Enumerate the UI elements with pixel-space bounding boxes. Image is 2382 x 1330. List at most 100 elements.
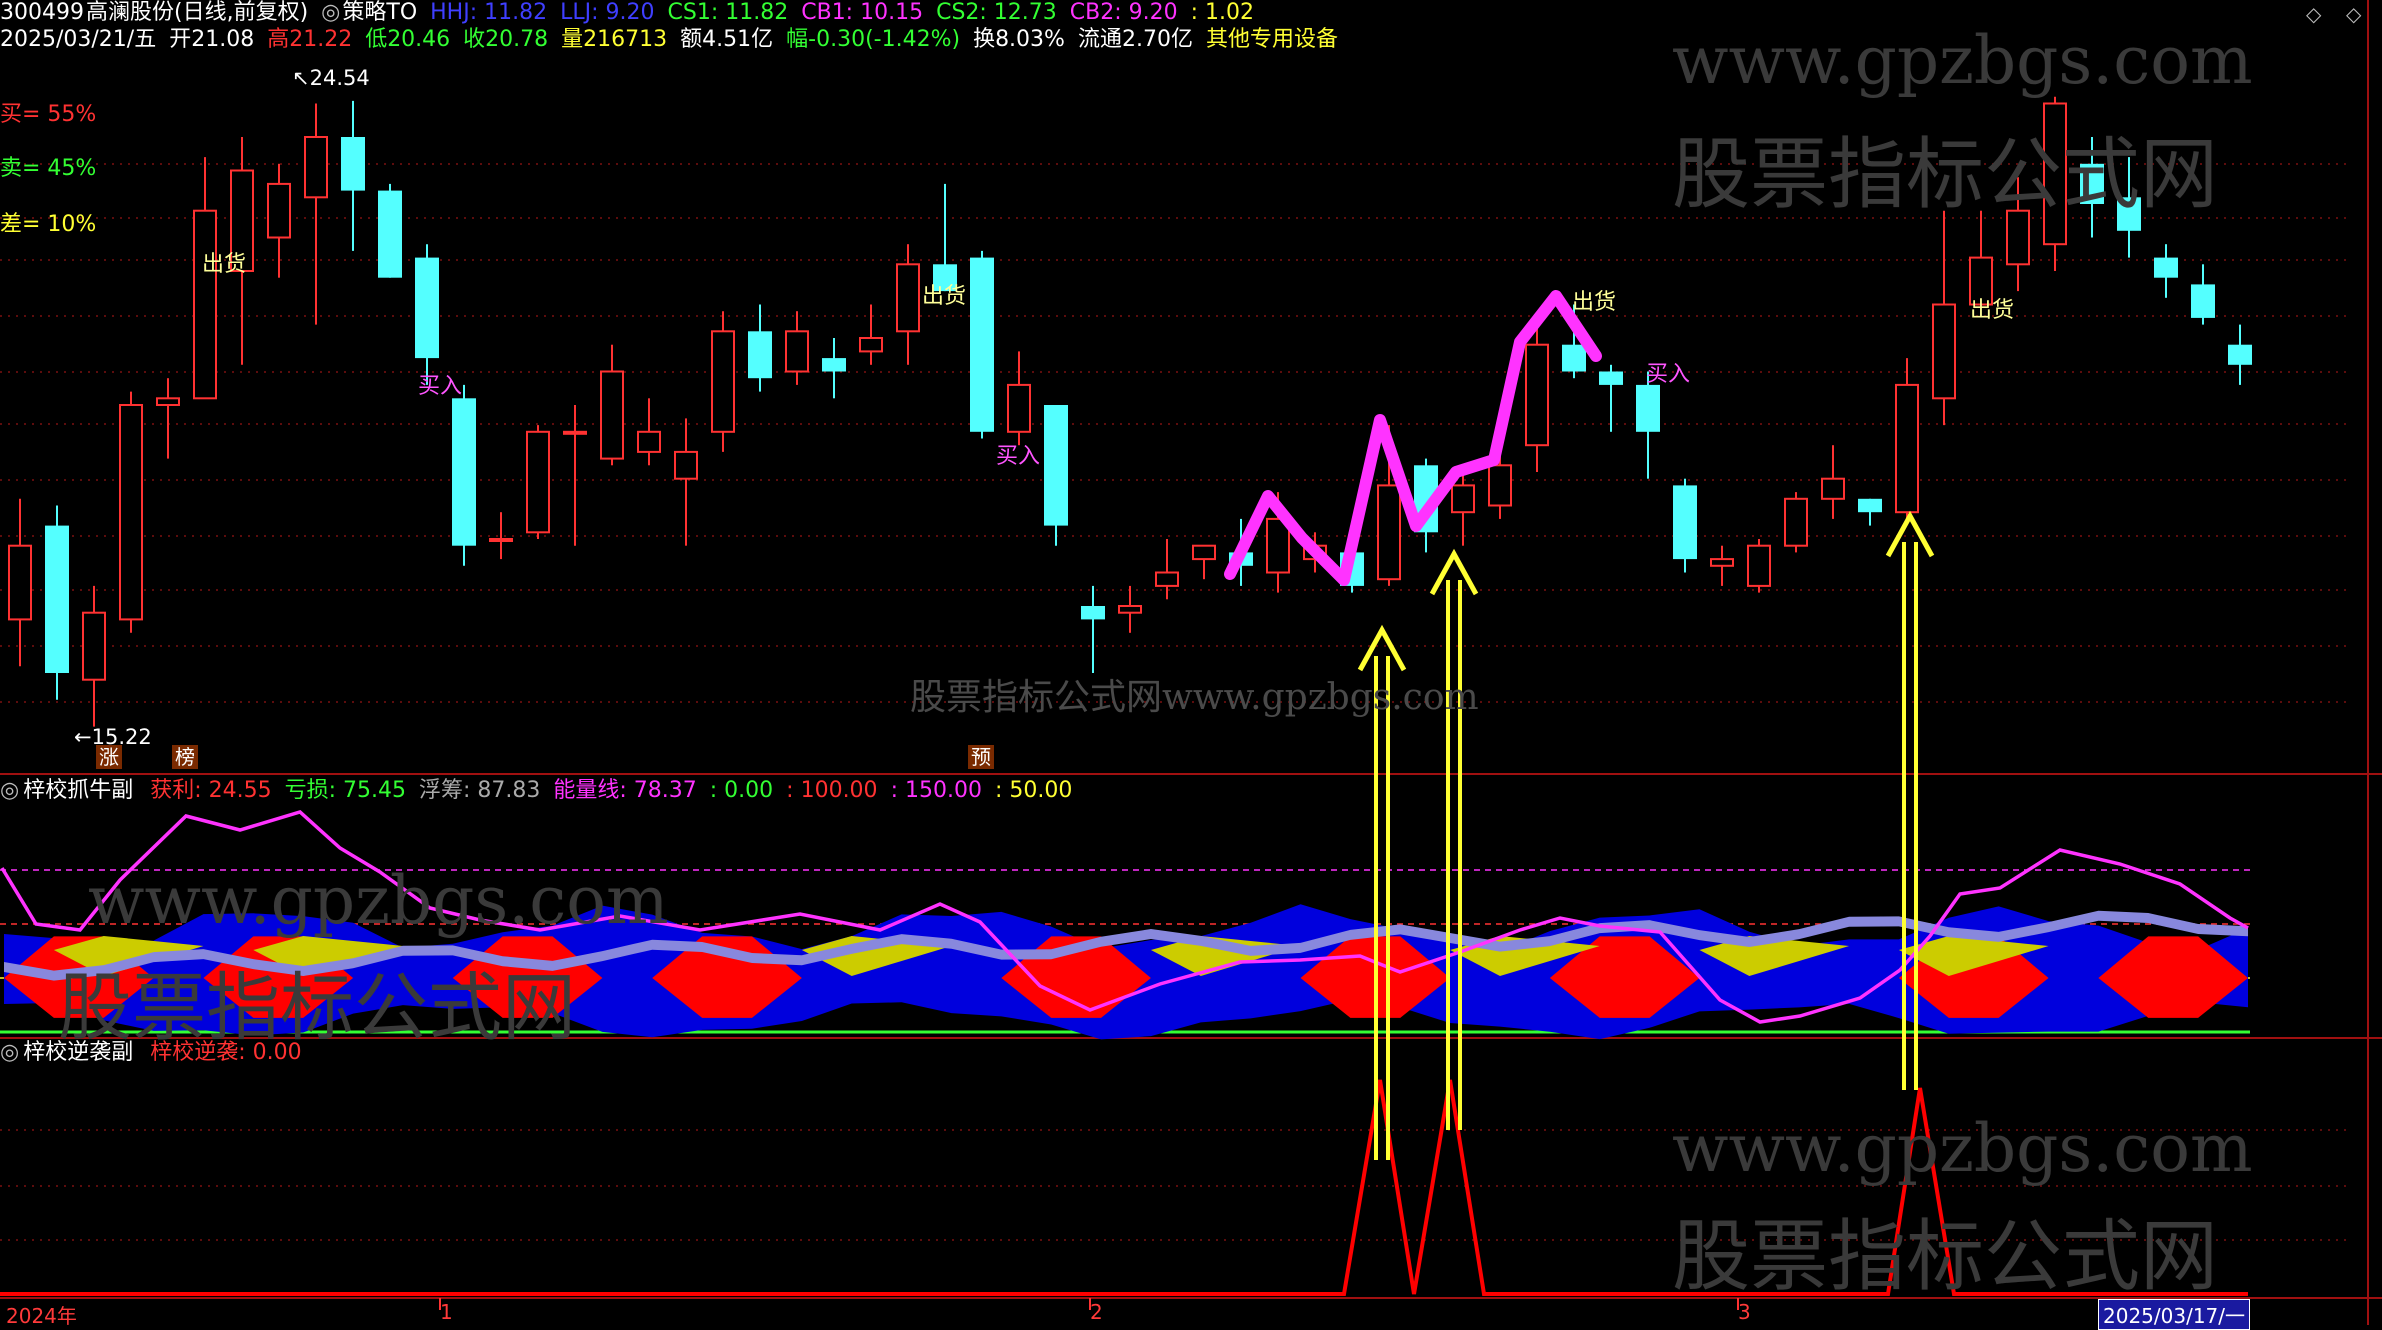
bar-sector[interactable]: 其他专用设备 — [1206, 27, 1338, 52]
watermark-mid: 股票指标公式网www.gpzbgs.com — [910, 677, 1479, 718]
candle-body — [1192, 544, 1216, 561]
arrow-head — [1429, 548, 1479, 596]
watermark-url-top: www.gpzbgs.com — [1672, 22, 2253, 99]
sell-signal-label: 出货 — [1970, 298, 2015, 323]
candle-body — [1932, 303, 1956, 400]
candle — [1895, 358, 1919, 519]
ratio-value: : 1.02 — [1190, 0, 1255, 25]
candle — [1081, 585, 1105, 673]
period: (日线,前复权) — [174, 0, 309, 25]
tag-bang[interactable]: 榜 — [172, 745, 198, 769]
candle — [1118, 585, 1142, 633]
bar-amount: 额4.51亿 — [680, 27, 774, 52]
candle-body — [1525, 343, 1549, 447]
watermark-cn-left: 股票指标公式网 — [58, 965, 576, 1051]
candle — [526, 425, 550, 539]
candle — [156, 378, 180, 459]
tag-zhang[interactable]: 涨 — [96, 745, 122, 769]
llj-value: LLJ: 9.20 — [560, 0, 655, 25]
panel2-loss: 亏损: 75.45 — [284, 778, 406, 803]
candle-body — [600, 370, 624, 460]
candle — [341, 100, 365, 251]
arrow-head — [1357, 624, 1407, 672]
cb2-value: CB2: 9.20 — [1069, 0, 1178, 25]
candle — [45, 505, 69, 700]
candle-body — [8, 544, 32, 621]
candle — [711, 311, 735, 452]
axis-month-3: 3 — [1738, 1300, 1751, 1324]
candle-body — [970, 257, 994, 432]
candle — [267, 163, 291, 278]
strategy-name[interactable]: 策略TO — [342, 0, 417, 25]
candle-body — [785, 330, 809, 373]
candle-body — [711, 330, 735, 433]
signal-arrow — [1429, 548, 1479, 1130]
candle — [8, 498, 32, 667]
sell-signal-label: 出货 — [1572, 290, 1617, 315]
candle-body — [1377, 484, 1401, 581]
candle-body — [1747, 544, 1771, 587]
axis-month-1: 1 — [440, 1300, 453, 1324]
sell-signal-label: 出货 — [922, 284, 967, 309]
panel3-menu-icon[interactable]: ◎ — [0, 1040, 19, 1065]
candle-body — [563, 430, 587, 435]
candle-body — [1562, 344, 1586, 372]
sell-percent: 卖= 45% — [0, 156, 97, 181]
buy-signal-label: 买入 — [1646, 362, 1691, 387]
candle — [304, 103, 328, 325]
candle — [1747, 539, 1771, 593]
diamond-right-icon[interactable]: ◇ — [2346, 2, 2361, 26]
bar-high: 高21.22 — [267, 27, 353, 52]
axis-cursor-date: 2025/03/17/一 — [2098, 1299, 2251, 1330]
candle-body — [1599, 371, 1623, 385]
candle-body — [2228, 344, 2252, 365]
candle-body — [1784, 497, 1808, 547]
panel2-profit: 获利: 24.55 — [150, 778, 272, 803]
candle — [1821, 445, 1845, 519]
high-price-mark: ↖24.54 — [292, 66, 370, 90]
panel2-name[interactable]: 梓校抓牛副 — [23, 778, 133, 803]
candle — [822, 338, 846, 399]
candle-body — [1081, 606, 1105, 620]
strategy-icon[interactable]: ◎ — [321, 0, 340, 25]
candle — [600, 344, 624, 466]
bar-close: 收20.78 — [463, 27, 549, 52]
candle-body — [1710, 558, 1734, 567]
candle-body — [1673, 485, 1697, 560]
candle — [1007, 351, 1031, 446]
candle-body — [1821, 477, 1845, 500]
candle-body — [304, 136, 328, 199]
watermark-cn-bottom: 股票指标公式网 — [1672, 1212, 2219, 1302]
panel2-energy: 能量线: 78.37 — [553, 778, 697, 803]
stock-code: 300499 — [0, 0, 84, 25]
candle-body — [526, 430, 550, 534]
buy-signal-label: 买入 — [418, 374, 463, 399]
candle-body — [674, 450, 698, 480]
candle-body — [341, 137, 365, 191]
bar-float: 流通2.70亿 — [1077, 27, 1193, 52]
candle-body — [2154, 257, 2178, 278]
candle — [1673, 478, 1697, 573]
high-price-value: 24.54 — [309, 66, 370, 90]
candle-body — [859, 337, 883, 353]
candle-body — [1451, 484, 1475, 514]
panel3-header: ◎ 梓校逆袭副 梓校逆袭: 0.00 — [0, 1040, 308, 1066]
panel2-menu-icon[interactable]: ◎ — [0, 778, 19, 803]
candle-body — [1044, 405, 1068, 526]
candle — [637, 398, 661, 466]
panel3-value: 梓校逆袭: 0.00 — [150, 1040, 302, 1065]
diamond-left-icon[interactable]: ◇ — [2306, 2, 2321, 26]
candle-body — [1155, 571, 1179, 587]
bar-change: 幅-0.30(-1.42%) — [786, 27, 961, 52]
candle-body — [156, 397, 180, 406]
candle-body — [45, 525, 69, 673]
candle — [1969, 210, 1993, 306]
panel3-name[interactable]: 梓校逆袭副 — [23, 1040, 133, 1065]
header-line-1: 300499高澜股份(日线,前复权) ◎策略TO HHJ: 11.82 LLJ:… — [0, 0, 1260, 26]
candle — [82, 585, 106, 727]
candle — [378, 183, 402, 278]
candle — [748, 304, 772, 392]
candle — [1155, 539, 1179, 600]
candle-body — [1118, 605, 1142, 614]
tag-yu[interactable]: 预 — [968, 745, 994, 769]
